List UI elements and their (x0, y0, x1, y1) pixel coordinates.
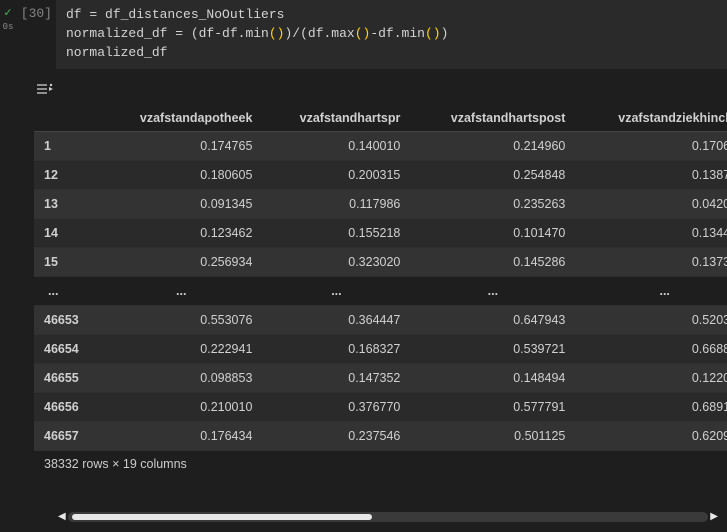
cell: 0.180605 (100, 160, 262, 189)
cell: 0.148494 (410, 363, 575, 392)
row-index: 46656 (34, 392, 100, 421)
table-row: 10.1747650.1400100.2149600.170603 (34, 131, 727, 160)
table-row: 120.1806050.2003150.2548480.138797 (34, 160, 727, 189)
cell: 0.137313 (575, 247, 727, 276)
cell: 0.364447 (262, 305, 410, 334)
horizontal-scrollbar[interactable]: ◀ ▶ (68, 512, 708, 522)
exec-time: 0s (3, 22, 14, 32)
cell: 0.122063 (575, 363, 727, 392)
scroll-left-icon[interactable]: ◀ (58, 511, 66, 523)
row-index: 15 (34, 247, 100, 276)
success-check-icon: ✓ (3, 6, 12, 20)
cell: 0.170603 (575, 131, 727, 160)
cell: 0.138797 (575, 160, 727, 189)
row-index: 46657 (34, 421, 100, 450)
table-row: 140.1234620.1552180.1014700.134465 (34, 218, 727, 247)
variable-explorer-icon[interactable] (34, 79, 56, 99)
table-header-row: vzafstandapotheek vzafstandhartspr vzafs… (34, 105, 727, 132)
cell: 0.101470 (410, 218, 575, 247)
cell: 0.376770 (262, 392, 410, 421)
cell: 0.174765 (100, 131, 262, 160)
row-index: 1 (34, 131, 100, 160)
row-index: 14 (34, 218, 100, 247)
cell: 0.098853 (100, 363, 262, 392)
row-index: 46654 (34, 334, 100, 363)
cell: 0.210010 (100, 392, 262, 421)
cell: 0.323020 (262, 247, 410, 276)
col-header: vzafstandhartspost (410, 105, 575, 132)
code-cell: ✓ 0s [30] df = df_distances_NoOutliers n… (0, 0, 727, 69)
cell: 0.200315 (262, 160, 410, 189)
col-header: vzafstandhartspr (262, 105, 410, 132)
cell: 0.176434 (100, 421, 262, 450)
cell: 0.134465 (575, 218, 727, 247)
row-index: 46653 (34, 305, 100, 334)
table-row: 130.0913450.1179860.2352630.042013 (34, 189, 727, 218)
table-row: 466550.0988530.1473520.1484940.122063 (34, 363, 727, 392)
cell: 0.254848 (410, 160, 575, 189)
cell: 0.145286 (410, 247, 575, 276)
cell: 0.539721 (410, 334, 575, 363)
table-row: 466570.1764340.2375460.5011250.620995 (34, 421, 727, 450)
dataframe-table: vzafstandapotheek vzafstandhartspr vzafs… (34, 105, 727, 451)
col-header: vzafstandziekhinclbp (575, 105, 727, 132)
cell: 0.123462 (100, 218, 262, 247)
cell: 0.147352 (262, 363, 410, 392)
col-index (34, 105, 100, 132)
cell: 0.501125 (410, 421, 575, 450)
row-index: 12 (34, 160, 100, 189)
table-row: 466530.5530760.3644470.6479430.520354 (34, 305, 727, 334)
row-index: 46655 (34, 363, 100, 392)
scroll-right-icon[interactable]: ▶ (710, 511, 718, 523)
cell: 0.620995 (575, 421, 727, 450)
cell: 0.256934 (100, 247, 262, 276)
table-row: 466560.2100100.3767700.5777910.689176 (34, 392, 727, 421)
cell: 0.155218 (262, 218, 410, 247)
cell: 0.214960 (410, 131, 575, 160)
row-index: 13 (34, 189, 100, 218)
table-row: 466540.2229410.1683270.5397210.668823 (34, 334, 727, 363)
cell: 0.168327 (262, 334, 410, 363)
cell: 0.235263 (410, 189, 575, 218)
cell: 0.668823 (575, 334, 727, 363)
cell: 0.689176 (575, 392, 727, 421)
ellipsis-row: ............... (34, 276, 727, 305)
scrollbar-thumb[interactable] (72, 514, 372, 520)
cell: 0.577791 (410, 392, 575, 421)
cell: 0.553076 (100, 305, 262, 334)
cell: 0.647943 (410, 305, 575, 334)
col-header: vzafstandapotheek (100, 105, 262, 132)
cell: 0.042013 (575, 189, 727, 218)
cell: 0.117986 (262, 189, 410, 218)
cell: 0.520354 (575, 305, 727, 334)
code-editor[interactable]: df = df_distances_NoOutliers normalized_… (56, 0, 727, 69)
cell: 0.222941 (100, 334, 262, 363)
cell: 0.140010 (262, 131, 410, 160)
dataframe-summary: 38332 rows × 19 columns (44, 457, 727, 471)
exec-count: [30] (16, 0, 56, 69)
cell: 0.091345 (100, 189, 262, 218)
cell: 0.237546 (262, 421, 410, 450)
table-row: 150.2569340.3230200.1452860.137313 (34, 247, 727, 276)
output-area: vzafstandapotheek vzafstandhartspr vzafs… (0, 69, 727, 471)
